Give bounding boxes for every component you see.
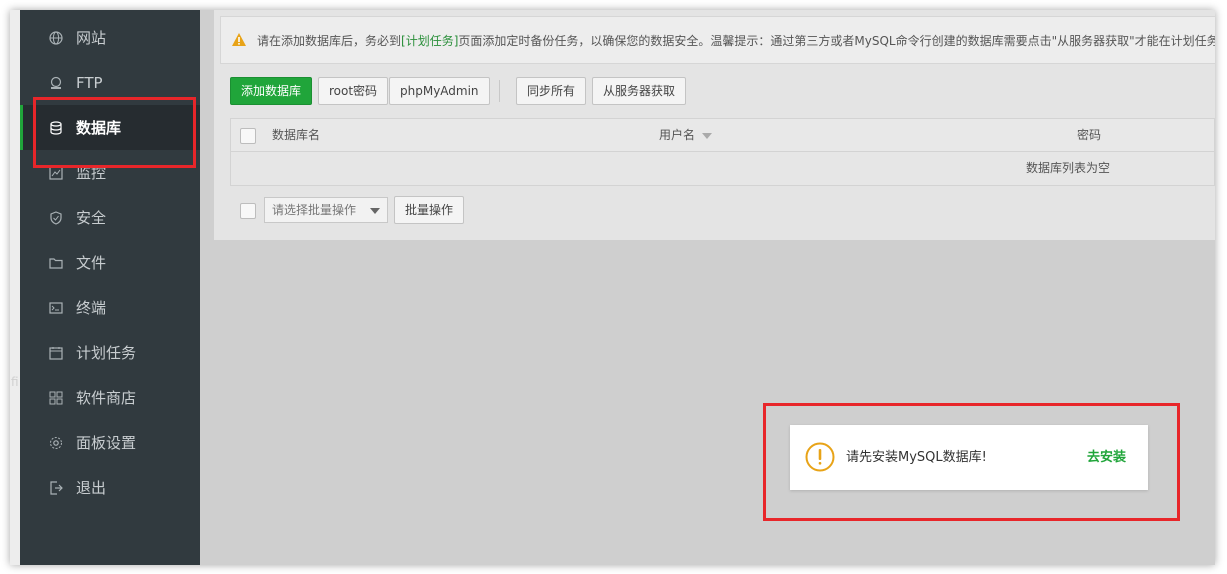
sidebar-item-security[interactable]: 安全 — [20, 195, 200, 240]
column-username-label: 用户名 — [659, 128, 696, 142]
batch-operation-button[interactable]: 批量操作 — [394, 196, 465, 224]
empty-text: 数据库列表为空 — [1026, 161, 1111, 175]
notice-text-after: 页面添加定时备份任务，以确保您的数据安全。温馨提示：通过第三方或者MySQL命令… — [458, 33, 1215, 48]
logout-icon — [48, 480, 64, 496]
sidebar-item-label: 软件商店 — [76, 389, 137, 407]
sidebar-item-label: 安全 — [76, 209, 107, 227]
batch-select[interactable]: 请选择批量操作 — [264, 197, 388, 223]
batch-select-placeholder: 请选择批量操作 — [272, 203, 357, 217]
folder-icon — [48, 255, 64, 271]
highlight-box-sidebar — [33, 97, 196, 168]
sidebar-item-label: 文件 — [76, 254, 107, 272]
cron-link[interactable]: [计划任务] — [401, 32, 458, 49]
warning-notice: 请在添加数据库后，务必到 [计划任务] 页面添加定时备份任务，以确保您的数据安全。温… — [220, 16, 1215, 64]
notice-text-before: 请在添加数据库后，务必到 — [257, 33, 402, 48]
fetch-from-server-button[interactable]: 从服务器获取 — [592, 77, 687, 105]
column-password: 密码 — [1077, 128, 1102, 142]
highlight-box-toast — [763, 403, 1180, 521]
sidebar-item-label: FTP — [76, 73, 103, 92]
select-all-checkbox[interactable] — [240, 128, 256, 144]
shield-icon — [48, 210, 64, 226]
calendar-icon — [48, 345, 64, 361]
phpmyadmin-button[interactable]: phpMyAdmin — [389, 77, 490, 105]
grid-icon — [48, 390, 64, 406]
warning-icon — [231, 32, 247, 48]
sidebar-item-label: 网站 — [76, 29, 107, 47]
add-database-button[interactable]: 添加数据库 — [230, 77, 313, 105]
globe-icon — [48, 30, 64, 46]
sidebar-item-website[interactable]: 网站 — [20, 15, 200, 60]
sidebar-item-label: 终端 — [76, 299, 107, 317]
sidebar: 网站 FTP 数据库 监控 安全 文件 终端 计划任务 软件商店 面板设置 退出 — [20, 10, 200, 565]
batch-checkbox[interactable] — [240, 203, 256, 219]
root-password-button[interactable]: root密码 — [318, 77, 389, 105]
ghost-text: fi — [11, 375, 19, 389]
sidebar-item-cron[interactable]: 计划任务 — [20, 330, 200, 375]
chevron-down-icon — [370, 208, 380, 214]
sidebar-item-label: 面板设置 — [76, 434, 137, 452]
database-panel: 请在添加数据库后，务必到 [计划任务] 页面添加定时备份任务，以确保您的数据安全。温… — [214, 10, 1215, 240]
left-edge: fi — [10, 10, 20, 565]
column-db-name: 数据库名 — [272, 128, 321, 142]
sidebar-item-label: 退出 — [76, 479, 107, 497]
sidebar-item-settings[interactable]: 面板设置 — [20, 420, 200, 465]
sidebar-item-terminal[interactable]: 终端 — [20, 285, 200, 330]
sidebar-item-files[interactable]: 文件 — [20, 240, 200, 285]
table-header: 数据库名 用户名 密码 — [230, 118, 1215, 152]
terminal-icon — [48, 300, 64, 316]
toolbar-divider — [499, 80, 500, 102]
sidebar-item-label: 计划任务 — [76, 344, 137, 362]
sidebar-item-store[interactable]: 软件商店 — [20, 375, 200, 420]
ftp-icon — [48, 75, 64, 91]
gear-icon — [48, 435, 64, 451]
table-empty-row: 数据库列表为空 — [230, 152, 1215, 186]
sync-all-button[interactable]: 同步所有 — [516, 77, 587, 105]
column-username[interactable]: 用户名 — [659, 119, 712, 151]
sidebar-item-logout[interactable]: 退出 — [20, 465, 200, 510]
sort-caret-icon — [701, 132, 712, 139]
